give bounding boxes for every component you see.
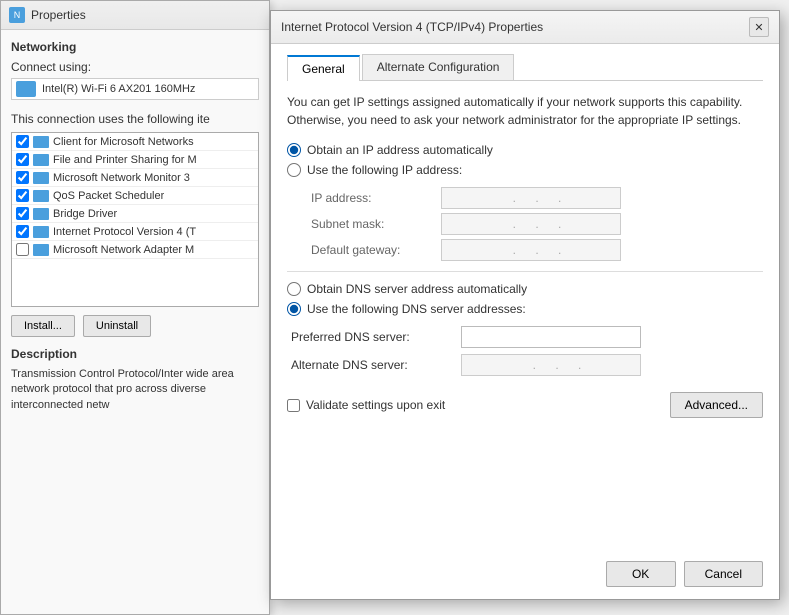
list-item: Internet Protocol Version 4 (T [12, 223, 258, 241]
item-icon [33, 190, 49, 202]
dialog-buttons: OK Cancel [606, 561, 763, 587]
use-following-ip-radio[interactable] [287, 163, 301, 177]
item-icon [33, 154, 49, 166]
alternate-dns-label: Alternate DNS server: [291, 358, 461, 372]
items-list: Client for Microsoft Networks File and Pr… [11, 132, 259, 307]
validate-row: Validate settings upon exit [287, 398, 445, 412]
list-item-checkbox[interactable] [16, 207, 29, 220]
item-icon [33, 244, 49, 256]
adapter-icon [16, 81, 36, 97]
dns-radio-group: Obtain DNS server address automatically … [287, 282, 763, 316]
item-text: Client for Microsoft Networks [53, 136, 194, 148]
ip-address-row: IP address: . . . [311, 187, 763, 209]
subnet-mask-dots: . . . [493, 217, 570, 231]
adapter-row: Intel(R) Wi-Fi 6 AX201 160MHz [11, 78, 259, 100]
advanced-button[interactable]: Advanced... [670, 392, 763, 418]
validate-checkbox[interactable] [287, 399, 300, 412]
alternate-dns-input[interactable]: . . . [461, 354, 641, 376]
ip-address-input[interactable]: . . . [441, 187, 621, 209]
auto-obtain-ip-item: Obtain an IP address automatically [287, 143, 763, 157]
tab-alternate-config[interactable]: Alternate Configuration [362, 54, 515, 80]
dialog-body: General Alternate Configuration You can … [271, 44, 779, 428]
ip-address-dots: . . . [493, 191, 570, 205]
ip-fields: IP address: . . . Subnet mask: . . . Def… [311, 187, 763, 261]
item-icon [33, 226, 49, 238]
list-item-checkbox[interactable] [16, 135, 29, 148]
dns-fields: Preferred DNS server: Alternate DNS serv… [291, 326, 763, 376]
list-item: QoS Packet Scheduler [12, 187, 258, 205]
list-item-checkbox[interactable] [16, 243, 29, 256]
item-text: Microsoft Network Adapter M [53, 244, 194, 256]
item-text: File and Printer Sharing for M [53, 154, 197, 166]
ip-radio-group: Obtain an IP address automatically Use t… [287, 143, 763, 177]
cancel-button[interactable]: Cancel [684, 561, 763, 587]
list-item: Microsoft Network Adapter M [12, 241, 258, 259]
item-icon [33, 172, 49, 184]
item-icon [33, 208, 49, 220]
dns-section: Obtain DNS server address automatically … [287, 282, 763, 376]
info-text: You can get IP settings assigned automat… [287, 93, 763, 129]
dialog-titlebar: Internet Protocol Version 4 (TCP/IPv4) P… [271, 11, 779, 44]
alternate-dns-row: Alternate DNS server: . . . [291, 354, 763, 376]
bg-titlebar: N Properties [1, 1, 269, 30]
description-section: Description Transmission Control Protoco… [11, 347, 259, 413]
adapter-name: Intel(R) Wi-Fi 6 AX201 160MHz [42, 83, 195, 95]
item-text: Internet Protocol Version 4 (T [53, 226, 196, 238]
list-item: Microsoft Network Monitor 3 [12, 169, 258, 187]
auto-obtain-ip-label: Obtain an IP address automatically [307, 143, 493, 157]
list-item: File and Printer Sharing for M [12, 151, 258, 169]
use-following-dns-item: Use the following DNS server addresses: [287, 302, 763, 316]
auto-obtain-dns-item: Obtain DNS server address automatically [287, 282, 763, 296]
auto-obtain-dns-label: Obtain DNS server address automatically [307, 282, 527, 296]
networking-label: Networking [11, 40, 259, 54]
subnet-mask-label: Subnet mask: [311, 217, 441, 231]
bottom-section: Validate settings upon exit Advanced... [287, 392, 763, 418]
auto-obtain-dns-radio[interactable] [287, 282, 301, 296]
description-label: Description [11, 347, 259, 361]
window-icon: N [9, 7, 25, 23]
default-gateway-row: Default gateway: . . . [311, 239, 763, 261]
preferred-dns-row: Preferred DNS server: [291, 326, 763, 348]
ipv4-dialog: Internet Protocol Version 4 (TCP/IPv4) P… [270, 10, 780, 600]
ip-address-label: IP address: [311, 191, 441, 205]
list-item: Bridge Driver [12, 205, 258, 223]
use-following-ip-label: Use the following IP address: [307, 163, 462, 177]
list-item-checkbox[interactable] [16, 189, 29, 202]
default-gateway-dots: . . . [493, 243, 570, 257]
dialog-title: Internet Protocol Version 4 (TCP/IPv4) P… [281, 20, 543, 34]
item-text: Microsoft Network Monitor 3 [53, 172, 190, 184]
list-item-checkbox[interactable] [16, 153, 29, 166]
preferred-dns-input[interactable] [461, 326, 641, 348]
tab-general[interactable]: General [287, 55, 360, 81]
preferred-dns-label: Preferred DNS server: [291, 330, 461, 344]
item-text: Bridge Driver [53, 208, 117, 220]
subnet-mask-row: Subnet mask: . . . [311, 213, 763, 235]
connect-using-label: Connect using: [11, 60, 259, 74]
uninstall-button[interactable]: Uninstall [83, 315, 151, 337]
item-text: QoS Packet Scheduler [53, 190, 164, 202]
buttons-row: Install... Uninstall [11, 315, 259, 337]
ok-button[interactable]: OK [606, 561, 676, 587]
default-gateway-input[interactable]: . . . [441, 239, 621, 261]
properties-window: N Properties Networking Connect using: I… [0, 0, 270, 615]
alternate-dns-dots: . . . [513, 358, 590, 372]
use-following-dns-radio[interactable] [287, 302, 301, 316]
close-button[interactable]: ✕ [749, 17, 769, 37]
list-item-checkbox[interactable] [16, 225, 29, 238]
list-item: Client for Microsoft Networks [12, 133, 258, 151]
connection-list-label: This connection uses the following ite [11, 112, 259, 126]
subnet-mask-input[interactable]: . . . [441, 213, 621, 235]
auto-obtain-ip-radio[interactable] [287, 143, 301, 157]
validate-label: Validate settings upon exit [306, 398, 445, 412]
bg-window-title: Properties [31, 8, 86, 22]
use-following-dns-label: Use the following DNS server addresses: [307, 302, 526, 316]
description-text: Transmission Control Protocol/Inter wide… [11, 367, 259, 413]
default-gateway-label: Default gateway: [311, 243, 441, 257]
tabs-container: General Alternate Configuration [287, 54, 763, 81]
divider [287, 271, 763, 272]
list-item-checkbox[interactable] [16, 171, 29, 184]
item-icon [33, 136, 49, 148]
install-button[interactable]: Install... [11, 315, 75, 337]
use-following-ip-item: Use the following IP address: [287, 163, 763, 177]
